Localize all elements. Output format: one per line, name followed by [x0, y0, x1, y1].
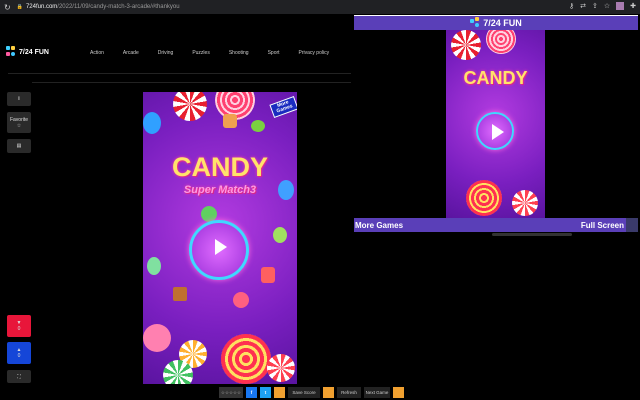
nav-privacy[interactable]: Privacy policy — [299, 50, 330, 56]
logo-icon — [6, 46, 16, 58]
rating-stars[interactable]: ☆☆☆☆☆ — [219, 387, 243, 398]
overlay-footer: More Games Full Screen — [354, 218, 638, 232]
candy — [273, 227, 287, 243]
candy — [261, 267, 275, 283]
extension-icon[interactable] — [616, 2, 625, 10]
share-icon[interactable]: ⇪ — [592, 2, 598, 10]
dislike-button[interactable]: ▼ 0 — [7, 315, 31, 337]
nav-puzzles[interactable]: Puzzles — [192, 50, 210, 56]
overlay-game-preview[interactable]: CANDY — [446, 30, 545, 218]
next-game-button[interactable]: Next Game — [364, 387, 390, 398]
nav-sport[interactable]: Sport — [268, 50, 280, 56]
nav-action[interactable]: Action — [90, 50, 104, 56]
divider — [32, 82, 351, 83]
candy — [143, 112, 161, 134]
candy — [143, 324, 171, 352]
facebook-button[interactable]: f — [246, 387, 257, 398]
nav-arcade[interactable]: Arcade — [123, 50, 139, 56]
candy — [278, 180, 294, 200]
overlay-header: 7/24 FUN — [354, 15, 638, 30]
game-subtitle: Super Match3 — [183, 184, 257, 196]
candy — [466, 180, 502, 216]
game-title: CANDY — [171, 152, 268, 182]
url-domain: 724fun.com — [25, 4, 58, 10]
like-count: 0 — [17, 353, 21, 359]
url-path: /2022/11/09/candy-match-3-arcade/#thanky… — [57, 4, 180, 10]
divider — [8, 73, 351, 74]
more-games-badge[interactable]: More Games — [269, 95, 297, 119]
logo-icon — [470, 17, 480, 29]
fullscreen-icon: ⛶ — [17, 373, 21, 380]
candy — [163, 360, 193, 384]
comment-button[interactable]: ▤ — [7, 139, 31, 153]
refresh-icon[interactable] — [323, 387, 334, 398]
browser-bar: ↻ 🔒 724fun.com/2022/11/09/candy-match-3-… — [0, 0, 640, 14]
game-toolbar: ☆☆☆☆☆ f t Save Score Refresh Next Game — [219, 387, 404, 398]
play-button[interactable] — [189, 220, 249, 280]
game-canvas[interactable]: More Games CANDY Super Match3 — [143, 92, 297, 384]
nav-driving[interactable]: Driving — [158, 50, 174, 56]
next-icon[interactable] — [393, 387, 404, 398]
like-button[interactable]: ▲ 0 — [7, 342, 31, 364]
logo-text: 7/24 FUN — [19, 48, 49, 56]
lock-icon[interactable]: 🔒 — [17, 4, 23, 10]
favorite-button[interactable]: Favorite ☆ — [7, 112, 31, 133]
overlay-title: 7/24 FUN — [483, 18, 522, 28]
candy — [223, 114, 237, 128]
main-nav: Action Arcade Driving Puzzles Shooting S… — [90, 50, 348, 56]
candy — [486, 30, 516, 54]
twitter-button[interactable]: t — [260, 387, 271, 398]
key-icon[interactable]: ⚷ — [569, 2, 574, 10]
puzzle-icon[interactable]: ✚ — [630, 2, 636, 10]
info-icon: i — [18, 96, 20, 102]
nav-shooting[interactable]: Shooting — [229, 50, 249, 56]
translate-icon[interactable]: ⇄ — [580, 2, 586, 10]
full-screen-link[interactable]: Full Screen — [581, 221, 624, 230]
candy — [267, 354, 295, 382]
candy — [512, 190, 538, 216]
save-icon[interactable] — [274, 387, 285, 398]
save-score-button[interactable]: Save Score — [288, 387, 320, 398]
candy — [173, 287, 187, 301]
overlay-game-title: CANDY — [463, 68, 528, 88]
site-logo[interactable]: 7/24 FUN — [6, 46, 49, 58]
refresh-button[interactable]: Refresh — [337, 387, 361, 398]
candy — [147, 257, 161, 275]
address-bar[interactable]: 724fun.com/2022/11/09/candy-match-3-arca… — [26, 4, 180, 10]
candy — [251, 120, 265, 132]
star-icon[interactable]: ☆ — [604, 2, 610, 10]
info-button[interactable]: i — [7, 92, 31, 106]
dislike-count: 0 — [17, 326, 21, 332]
fullscreen-icon[interactable] — [626, 218, 638, 232]
overlay-play-button[interactable] — [476, 112, 514, 150]
comment-icon: ▤ — [16, 143, 22, 149]
candy — [233, 292, 249, 308]
fullscreen-button[interactable]: ⛶ — [7, 370, 31, 383]
candy — [451, 30, 481, 60]
candy — [221, 334, 271, 384]
more-games-link[interactable]: More Games — [355, 221, 403, 230]
star-icon: ☆ — [16, 122, 22, 129]
overlay-scrollbar[interactable] — [492, 233, 572, 236]
candy — [173, 92, 207, 121]
reload-icon[interactable]: ↻ — [4, 3, 11, 12]
